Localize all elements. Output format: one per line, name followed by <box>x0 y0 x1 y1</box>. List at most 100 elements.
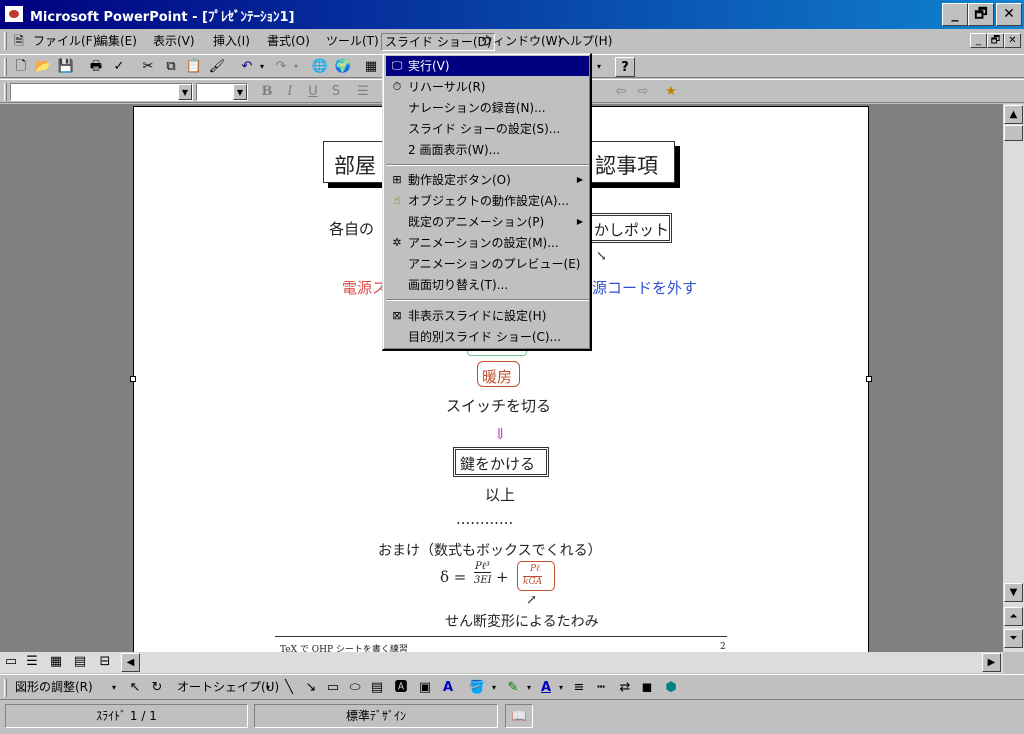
shadow-style-icon[interactable]: ◼ <box>636 678 658 698</box>
previous-slide-button[interactable]: ⏶ <box>1004 607 1023 626</box>
notes-view-icon[interactable]: ▤ <box>70 653 90 671</box>
slide-sorter-view-icon[interactable]: ▦ <box>46 653 66 671</box>
menuitem-hide-slide[interactable]: ⊠ 非表示スライドに設定(H) <box>386 306 589 326</box>
toolbar-grip-2[interactable] <box>4 83 7 101</box>
menu-file[interactable]: ファイル(F) <box>30 33 100 51</box>
paste-icon[interactable]: 📋 <box>183 57 205 77</box>
menuitem-custom-shows[interactable]: 目的別スライド ショー(C)... <box>386 327 589 347</box>
fill-color-icon[interactable]: 🪣 <box>466 678 488 698</box>
shadow-icon[interactable]: S <box>325 82 347 102</box>
doc-close-button[interactable]: ✕ <box>1004 33 1021 48</box>
chevron-down-icon[interactable]: ▾ <box>488 678 500 698</box>
italic-icon[interactable]: I <box>279 82 301 102</box>
chevron-down-icon[interactable]: ▾ <box>108 678 120 698</box>
close-button[interactable]: ✕ <box>996 3 1022 26</box>
3d-style-icon[interactable]: ⬢ <box>660 678 682 698</box>
line-icon[interactable]: ╲ <box>278 678 300 698</box>
wordart-icon[interactable]: 🅰 <box>390 678 412 698</box>
doc-minimize-button[interactable]: _ <box>970 33 987 48</box>
vertical-scrollbar[interactable]: ▲ ▼ ⏶ ⏷ <box>1003 104 1024 652</box>
menuitem-slide-transition[interactable]: 画面切り替え(T)... <box>386 275 589 295</box>
outline-view-icon[interactable]: ☰ <box>22 653 42 671</box>
chevron-down-icon[interactable]: ▾ <box>262 678 274 698</box>
line-style-icon[interactable]: ≡ <box>568 678 590 698</box>
chevron-down-icon[interactable]: ▾ <box>555 678 567 698</box>
bold-icon[interactable]: B <box>256 82 278 102</box>
normal-view-icon[interactable]: ▭ <box>1 653 21 671</box>
scroll-left-button[interactable]: ◀ <box>121 653 140 672</box>
slideshow-view-icon[interactable]: ⊟ <box>95 653 115 671</box>
scroll-up-button[interactable]: ▲ <box>1004 105 1023 124</box>
scroll-right-button[interactable]: ▶ <box>982 653 1001 672</box>
underline-icon[interactable]: U <box>302 82 324 102</box>
insert-table-icon[interactable]: ▦ <box>360 57 382 77</box>
undo-icon[interactable]: ↶ <box>236 57 258 77</box>
scroll-down-button[interactable]: ▼ <box>1004 583 1023 602</box>
oval-icon[interactable]: ⬭ <box>344 678 366 698</box>
undo-dropdown-icon[interactable]: ▾ <box>256 57 268 77</box>
format-painter-icon[interactable]: 🖌 <box>206 57 228 77</box>
menu-edit[interactable]: 編集(E) <box>93 33 140 51</box>
horizontal-scrollbar[interactable]: ▭ ☰ ▦ ▤ ⊟ ◀ ▶ <box>0 652 1003 673</box>
chevron-down-icon[interactable]: ▾ <box>523 678 535 698</box>
menuitem-rehearse[interactable]: ⏱ リハーサル(R) <box>386 77 589 97</box>
menu-window[interactable]: ウィンドウ(W) <box>478 33 565 51</box>
select-arrow-icon[interactable]: ↖ <box>124 678 146 698</box>
clipart-icon[interactable]: ▣ <box>414 678 436 698</box>
dash-style-icon[interactable]: ┅ <box>590 678 612 698</box>
doc-restore-button[interactable]: 🗗 <box>987 33 1004 48</box>
font-size-select[interactable]: ▼ <box>196 83 248 101</box>
menubar-grip[interactable] <box>4 32 7 50</box>
menu-tools[interactable]: ツール(T) <box>323 33 382 51</box>
font-select[interactable]: ▼ <box>10 83 193 101</box>
demote-icon[interactable]: ⇨ <box>632 82 654 102</box>
copy-icon[interactable]: ⧉ <box>160 57 182 77</box>
menuitem-action-buttons[interactable]: ⊞ 動作設定ボタン(O) ▶ <box>386 170 589 190</box>
spelling-icon[interactable]: ✓ <box>108 57 130 77</box>
menuitem-preset-animation[interactable]: 既定のアニメーション(P) ▶ <box>386 212 589 232</box>
print-icon[interactable]: 🖶 <box>85 57 107 77</box>
rectangle-icon[interactable]: ▭ <box>322 678 344 698</box>
promote-icon[interactable]: ⇦ <box>610 82 632 102</box>
next-slide-button[interactable]: ⏷ <box>1004 629 1023 648</box>
arrow-style-icon[interactable]: ⇄ <box>614 678 636 698</box>
arrow-icon[interactable]: ↘ <box>300 678 322 698</box>
minimize-button[interactable]: _ <box>942 3 968 26</box>
cut-icon[interactable]: ✂ <box>137 57 159 77</box>
menu-insert[interactable]: 挿入(I) <box>210 33 253 51</box>
menuitem-setup-show[interactable]: スライド ショーの設定(S)... <box>386 119 589 139</box>
hyperlink-icon[interactable]: 🌐 <box>309 57 331 77</box>
menu-help[interactable]: ヘルプ(H) <box>555 33 615 51</box>
font-color-icon[interactable]: A <box>535 678 557 698</box>
menu-format[interactable]: 書式(O) <box>264 33 313 51</box>
resize-handle-right[interactable] <box>866 376 872 382</box>
new-icon[interactable]: 🗋 <box>10 57 32 77</box>
powerpoint-app-icon[interactable] <box>4 5 24 23</box>
wordart-gallery-icon[interactable]: A <box>437 678 459 698</box>
zoom-dropdown-icon[interactable]: ▾ <box>592 57 606 77</box>
redo-icon[interactable]: ↷ <box>270 57 292 77</box>
drawbar-grip[interactable] <box>4 679 7 697</box>
menuitem-record-narration[interactable]: ナレーションの録音(N)... <box>386 98 589 118</box>
maximize-button[interactable]: 🗗 <box>968 3 994 26</box>
line-color-icon[interactable]: ✎ <box>502 678 524 698</box>
resize-handle-left[interactable] <box>130 376 136 382</box>
menuitem-dual-screen[interactable]: 2 画面表示(W)... <box>386 140 589 160</box>
menu-view[interactable]: 表示(V) <box>150 33 198 51</box>
menuitem-animation-preview[interactable]: アニメーションのプレビュー(E) <box>386 254 589 274</box>
save-icon[interactable]: 💾 <box>55 57 77 77</box>
animation-effects-icon[interactable]: ★ <box>660 82 682 102</box>
toolbar-grip[interactable] <box>4 58 7 76</box>
document-icon[interactable]: 🗎 <box>10 31 28 51</box>
menuitem-action-settings[interactable]: ☝ オブジェクトの動作設定(A)... <box>386 191 589 211</box>
textbox-icon[interactable]: ▤ <box>366 678 388 698</box>
rotate-icon[interactable]: ↻ <box>146 678 168 698</box>
align-left-icon[interactable]: ☰ <box>352 82 374 102</box>
menuitem-view-show[interactable]: 🖵 実行(V) <box>386 56 589 76</box>
spell-check-icon[interactable]: 📖 <box>505 704 533 728</box>
help-icon[interactable]: ? <box>615 57 635 77</box>
adjust-menu[interactable]: 図形の調整(R) <box>12 679 96 697</box>
menuitem-custom-animation[interactable]: ✲ アニメーションの設定(M)... <box>386 233 589 253</box>
open-icon[interactable]: 📂 <box>32 57 54 77</box>
web-toolbar-icon[interactable]: 🌍 <box>332 57 354 77</box>
